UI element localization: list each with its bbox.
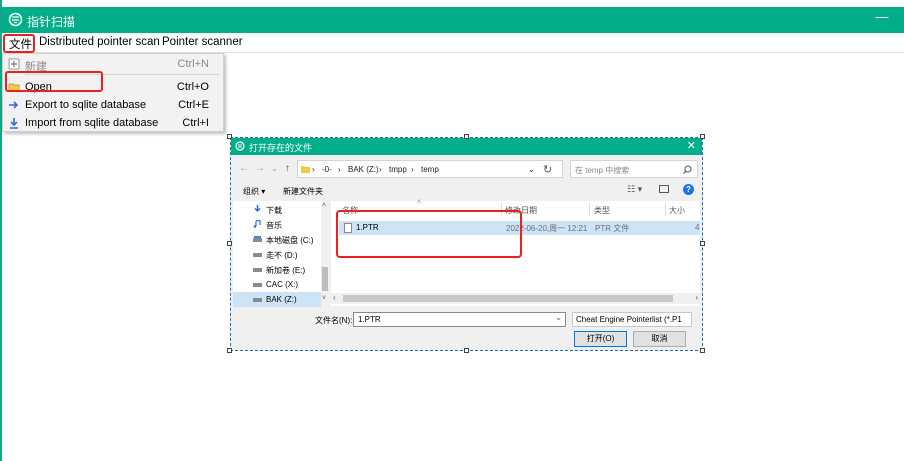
dialog-title: 打开存在的文件 bbox=[249, 143, 313, 153]
resize-handle[interactable] bbox=[464, 134, 469, 139]
resize-handle[interactable] bbox=[700, 348, 705, 353]
resize-handle[interactable] bbox=[700, 134, 705, 139]
dialog-title-bar: 打开存在的文件 ✕ bbox=[231, 138, 702, 155]
drive-icon bbox=[253, 236, 262, 242]
breadcrumb-item[interactable]: tmpp bbox=[389, 165, 407, 174]
scroll-down-icon[interactable]: ˅ bbox=[322, 295, 326, 302]
cheat-engine-icon bbox=[8, 12, 23, 27]
nav-item-drive-d[interactable]: 走不 (D:) bbox=[233, 247, 321, 262]
search-icon bbox=[683, 165, 692, 174]
menu-item-export-sqlite[interactable]: Export to sqlite database Ctrl+E bbox=[3, 96, 223, 114]
new-folder-button[interactable]: 新建文件夹 bbox=[283, 186, 323, 197]
search-input[interactable]: 在 temp 中搜索 bbox=[570, 160, 698, 178]
drive-icon bbox=[253, 283, 262, 287]
highlight-file-row bbox=[336, 210, 522, 258]
download-icon bbox=[254, 205, 261, 213]
breadcrumb-item[interactable]: -0- bbox=[322, 165, 332, 174]
folder-icon bbox=[301, 166, 310, 173]
organize-button[interactable]: 组织 ▾ bbox=[243, 186, 265, 197]
filename-value: 1.PTR bbox=[358, 315, 381, 324]
drive-icon bbox=[253, 253, 262, 257]
menu-item-import-shortcut: Ctrl+I bbox=[182, 117, 209, 129]
menu-item-new-shortcut: Ctrl+N bbox=[177, 58, 209, 70]
horizontal-scrollbar-thumb[interactable] bbox=[343, 295, 673, 302]
breadcrumb-item[interactable]: BAK (Z:) bbox=[348, 165, 379, 174]
preview-pane-icon[interactable] bbox=[659, 185, 669, 193]
help-icon[interactable]: ? bbox=[683, 184, 694, 195]
menu-item-import-label: Import from sqlite database bbox=[25, 117, 159, 129]
close-icon[interactable]: ✕ bbox=[687, 139, 696, 152]
filename-row: 文件名(N): 1.PTR ⌄ Cheat Engine Pointerlist… bbox=[231, 311, 702, 329]
filetype-value: Cheat Engine Pointerlist (*.P1 bbox=[576, 315, 682, 324]
address-bar[interactable]: › -0- › BAK (Z:) › tmpp › temp ⌄ ↻ bbox=[297, 160, 563, 178]
dialog-toolbar: 组织 ▾ 新建文件夹 ☷ ▾ ? bbox=[231, 183, 702, 199]
resize-handle[interactable] bbox=[227, 134, 232, 139]
menu-item-export-label: Export to sqlite database bbox=[25, 99, 147, 111]
nav-item-drive-c[interactable]: 本地磁盘 (C:) bbox=[233, 232, 321, 247]
file-size: 4 bbox=[695, 223, 700, 232]
menu-bar: 文件 Distributed pointer scan Pointer scan… bbox=[2, 33, 904, 53]
import-arrow-icon bbox=[10, 118, 18, 129]
breadcrumb-item[interactable]: temp bbox=[421, 165, 439, 174]
nav-item-drive-x[interactable]: CAC (X:) bbox=[233, 277, 321, 292]
resize-handle[interactable] bbox=[464, 348, 469, 353]
nav-item-drive-z[interactable]: BAK (Z:) bbox=[233, 292, 321, 307]
window-title: 指针扫描 bbox=[27, 15, 76, 29]
search-placeholder: 在 temp 中搜索 bbox=[575, 166, 630, 175]
address-row: ← → ⌄ ↑ › -0- › BAK (Z:) › tmpp › temp ⌄… bbox=[231, 158, 702, 180]
nav-item-drive-e[interactable]: 新加卷 (E:) bbox=[233, 262, 321, 277]
column-header-type[interactable]: 类型 bbox=[594, 205, 610, 216]
drive-icon bbox=[253, 268, 262, 272]
nav-item-downloads[interactable]: 下载 bbox=[233, 202, 321, 217]
sort-chevron-icon: ˄ bbox=[417, 199, 422, 206]
horizontal-scrollbar[interactable]: ‹ › bbox=[331, 293, 700, 304]
resize-handle[interactable] bbox=[227, 241, 232, 246]
music-icon bbox=[253, 220, 261, 228]
minimize-icon[interactable]: — bbox=[872, 9, 892, 24]
column-header-size[interactable]: 大小 bbox=[669, 205, 685, 216]
new-file-icon bbox=[8, 58, 20, 70]
file-type: PTR 文件 bbox=[595, 224, 630, 233]
resize-handle[interactable] bbox=[227, 348, 232, 353]
navigation-pane: 下载 音乐 本地磁盘 (C:) 走不 (D:) 新加卷 (E:) CAC (X:… bbox=[233, 201, 329, 307]
menu-distributed-pointer-scan[interactable]: Distributed pointer scan bbox=[39, 36, 160, 48]
file-menu-dropdown: 新建 Ctrl+N Open Ctrl+O Export to sqlite d… bbox=[2, 53, 224, 132]
refresh-icon[interactable]: ↻ bbox=[543, 163, 552, 176]
chevron-down-icon[interactable]: ⌄ bbox=[271, 164, 278, 173]
scroll-right-icon[interactable]: › bbox=[695, 293, 698, 302]
back-icon[interactable]: ← bbox=[239, 163, 249, 174]
filename-label: 文件名(N): bbox=[315, 316, 353, 325]
drive-icon bbox=[253, 298, 262, 302]
scroll-up-icon[interactable]: ˄ bbox=[322, 202, 326, 209]
scroll-left-icon[interactable]: ‹ bbox=[333, 293, 336, 302]
menu-item-export-shortcut: Ctrl+E bbox=[178, 99, 209, 111]
forward-icon[interactable]: → bbox=[255, 163, 265, 174]
nav-item-music[interactable]: 音乐 bbox=[233, 217, 321, 232]
menu-item-open-shortcut: Ctrl+O bbox=[176, 81, 209, 93]
resize-handle[interactable] bbox=[700, 241, 705, 246]
title-bar: 指针扫描 — bbox=[2, 7, 904, 33]
filename-input[interactable]: 1.PTR ⌄ bbox=[353, 312, 566, 327]
chevron-down-icon[interactable]: ⌄ bbox=[528, 165, 535, 174]
top-strip bbox=[0, 0, 904, 7]
highlight-file-menu bbox=[3, 34, 35, 53]
cheat-engine-icon bbox=[235, 141, 245, 151]
chevron-down-icon[interactable]: ⌄ bbox=[555, 313, 562, 322]
open-button[interactable]: 打开(O) bbox=[574, 331, 627, 347]
up-icon[interactable]: ↑ bbox=[285, 163, 290, 174]
export-arrow-icon bbox=[9, 101, 19, 109]
menu-pointer-scanner[interactable]: Pointer scanner bbox=[162, 36, 243, 48]
menu-item-import-sqlite[interactable]: Import from sqlite database Ctrl+I bbox=[3, 114, 223, 132]
filetype-select[interactable]: Cheat Engine Pointerlist (*.P1 bbox=[572, 312, 692, 327]
cancel-button[interactable]: 取消 bbox=[633, 331, 686, 347]
nav-scrollbar-thumb[interactable] bbox=[322, 267, 328, 291]
highlight-open-item bbox=[5, 71, 103, 92]
view-options-icon[interactable]: ☷ ▾ bbox=[627, 184, 642, 195]
